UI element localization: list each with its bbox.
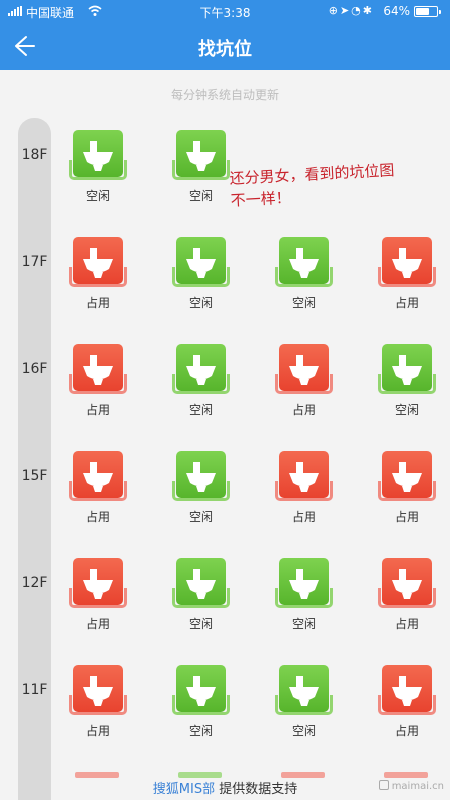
status-bar: 中国联通 下午3:38 ⊕➤◔✱ 64% [0, 0, 450, 22]
toilet-icon [73, 344, 123, 391]
toilet-icon [176, 665, 226, 712]
toilet-icon [176, 344, 226, 391]
stall-status-label: 空闲 [188, 189, 213, 203]
stall-status-label: 空闲 [394, 403, 419, 417]
stall-status-label: 占用 [85, 617, 110, 631]
bluetooth-icon: ✱ [362, 4, 374, 17]
floor-label: 15F [21, 468, 48, 484]
page-title: 找坑位 [198, 39, 252, 60]
toilet-icon [382, 237, 432, 284]
toilet-icon [382, 451, 432, 498]
stall-status-label: 空闲 [188, 724, 213, 738]
toilet-icon [382, 344, 432, 391]
stall-free[interactable]: 空闲 [273, 237, 335, 310]
toilet-icon [279, 237, 329, 284]
toilet-icon [382, 558, 432, 605]
floor-label: 18F [21, 147, 48, 163]
toilet-icon [279, 344, 329, 391]
toilet-icon [279, 451, 329, 498]
stall-status-label: 占用 [394, 296, 419, 310]
stall-occupied[interactable]: 占用 [376, 665, 438, 738]
status-icons: ⊕➤◔✱ [329, 4, 374, 17]
stall-free[interactable]: 空闲 [170, 665, 232, 738]
stall-occupied[interactable]: 占用 [67, 558, 129, 631]
toilet-icon [279, 665, 329, 712]
stall-free[interactable]: 空闲 [170, 344, 232, 417]
stall-status-label: 占用 [394, 724, 419, 738]
stall-free[interactable]: 空闲 [273, 558, 335, 631]
floor-label: 11F [21, 682, 48, 698]
stall-free[interactable]: 空闲 [170, 130, 232, 203]
toilet-icon [73, 665, 123, 712]
battery-icon [414, 6, 441, 17]
stall-status-label: 空闲 [291, 724, 316, 738]
toilet-icon [73, 451, 123, 498]
floor-label: 12F [21, 575, 48, 591]
stall-free[interactable]: 空闲 [170, 558, 232, 631]
toilet-icon [176, 451, 226, 498]
floor-label: 17F [21, 254, 48, 270]
stall-occupied[interactable]: 占用 [67, 237, 129, 310]
rotation-lock-icon: ⊕ [328, 4, 340, 17]
maimai-logo-icon [378, 780, 389, 790]
footer-text: 提供数据支持 [215, 782, 298, 797]
toilet-icon [73, 558, 123, 605]
floor-label: 16F [21, 361, 48, 377]
stall-status-label: 空闲 [188, 617, 213, 631]
stall-free[interactable]: 空闲 [170, 451, 232, 524]
footer-brand[interactable]: 搜狐MIS部 [153, 782, 215, 797]
battery-percent: 64% [383, 4, 410, 18]
stall-occupied[interactable]: 占用 [376, 451, 438, 524]
toilet-icon [382, 665, 432, 712]
stall-status-label: 占用 [291, 510, 316, 524]
alarm-icon: ◔ [351, 4, 363, 17]
auto-update-note: 每分钟系统自动更新 [170, 88, 279, 102]
stall-free[interactable]: 空闲 [170, 237, 232, 310]
stall-occupied[interactable]: 占用 [376, 237, 438, 310]
handwritten-annotation: 还分男女，看到的坑位图 不一样！ [229, 156, 450, 211]
stall-status-label: 空闲 [291, 296, 316, 310]
stall-occupied[interactable]: 占用 [376, 558, 438, 631]
toilet-icon [176, 130, 226, 177]
stall-free[interactable]: 空闲 [273, 665, 335, 738]
app-header: 找坑位 [0, 22, 450, 70]
stall-occupied[interactable]: 占用 [273, 451, 335, 524]
stall-status-label: 占用 [394, 510, 419, 524]
stall-status-label: 空闲 [188, 403, 213, 417]
stall-occupied[interactable]: 占用 [67, 665, 129, 738]
stall-occupied[interactable]: 占用 [67, 344, 129, 417]
stall-free[interactable]: 空闲 [67, 130, 129, 203]
stall-status-label: 空闲 [188, 296, 213, 310]
stall-status-label: 空闲 [85, 189, 110, 203]
stall-status-label: 占用 [85, 724, 110, 738]
watermark-text: maimai.cn [391, 781, 444, 792]
stall-status-label: 空闲 [188, 510, 213, 524]
stall-status-label: 占用 [291, 403, 316, 417]
toilet-icon [176, 237, 226, 284]
toilet-icon [73, 130, 123, 177]
watermark: maimai.cn [378, 780, 444, 792]
stall-status-label: 占用 [85, 296, 110, 310]
toilet-icon [73, 237, 123, 284]
toilet-icon [176, 558, 226, 605]
stall-status-label: 空闲 [291, 617, 316, 631]
stall-status-label: 占用 [85, 510, 110, 524]
stall-free[interactable]: 空闲 [376, 344, 438, 417]
stall-occupied[interactable]: 占用 [67, 451, 129, 524]
stall-status-label: 占用 [394, 617, 419, 631]
toilet-icon [279, 558, 329, 605]
stall-occupied[interactable]: 占用 [273, 344, 335, 417]
stall-status-label: 占用 [85, 403, 110, 417]
location-icon: ➤ [339, 4, 352, 17]
